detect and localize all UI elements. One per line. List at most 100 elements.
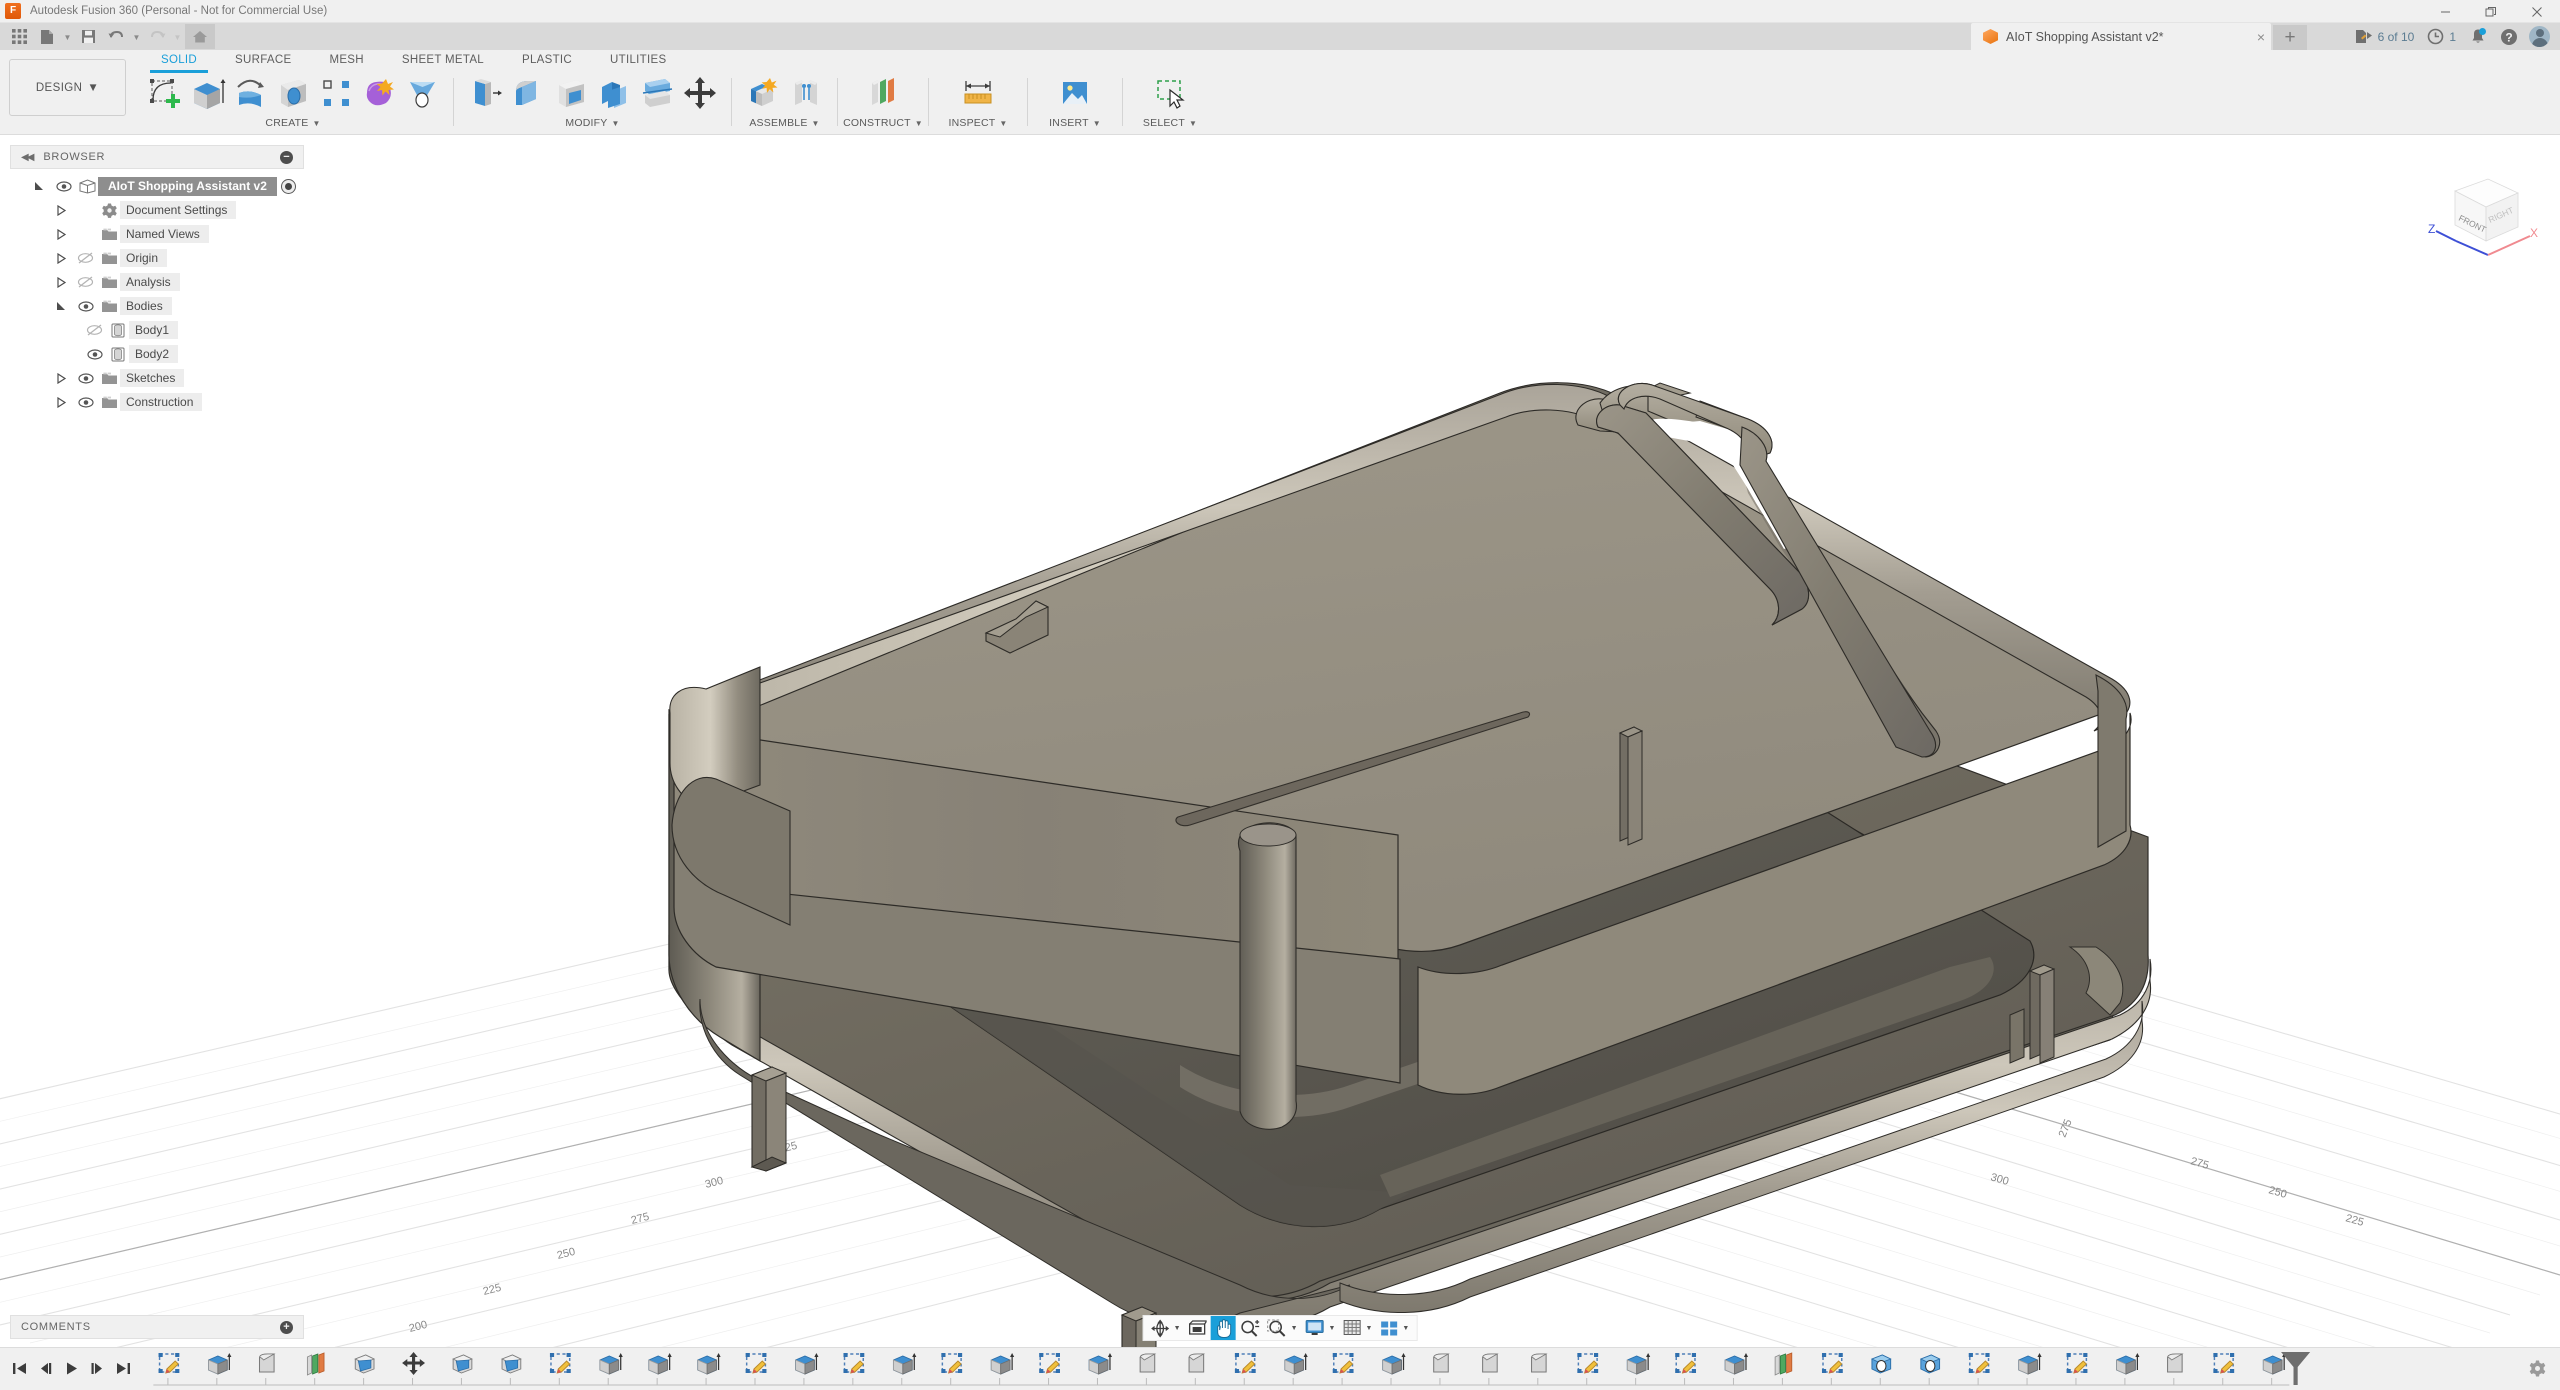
twist-expanded-icon[interactable] <box>50 301 73 312</box>
close-icon[interactable]: × <box>2257 30 2265 44</box>
tree-item-construction[interactable]: Construction <box>10 390 304 414</box>
timeline-feature-extrude-icon[interactable] <box>796 1353 819 1374</box>
timeline-feature-revolve-icon[interactable] <box>1434 1354 1449 1372</box>
timeline-feature-sketch-icon[interactable] <box>941 1353 962 1373</box>
tree-item-analysis[interactable]: Analysis <box>10 270 304 294</box>
display-settings-icon[interactable] <box>1302 1316 1328 1340</box>
chevron-down-icon[interactable]: ▼ <box>812 119 820 128</box>
timeline-feature-extrude-icon[interactable] <box>2117 1353 2140 1374</box>
loft-icon[interactable] <box>402 73 442 113</box>
timeline-feature-shell-icon[interactable] <box>453 1355 472 1373</box>
rectangular-pattern-icon[interactable] <box>316 73 356 113</box>
joint-icon[interactable] <box>786 73 826 113</box>
tree-item-body1[interactable]: Body1 <box>10 318 304 342</box>
timeline-feature-revolve-icon[interactable] <box>1140 1354 1155 1372</box>
timeline-feature-move-icon[interactable] <box>402 1352 425 1375</box>
go-to-beginning-icon[interactable] <box>12 1361 27 1376</box>
chevron-down-icon[interactable]: ▼ <box>1329 1325 1339 1332</box>
tab-sheet-metal[interactable]: SHEET METAL <box>383 50 503 71</box>
timeline-feature-sketch-icon[interactable] <box>1969 1353 1990 1373</box>
timeline-feature-shell-icon[interactable] <box>502 1355 521 1373</box>
tree-item-bodies[interactable]: Bodies <box>10 294 304 318</box>
new-file-caret-icon[interactable]: ▼ <box>62 24 73 49</box>
timeline-feature-revolve-icon[interactable] <box>1189 1354 1204 1372</box>
redo-caret-icon[interactable]: ▼ <box>172 24 183 49</box>
home-icon[interactable] <box>185 24 215 49</box>
timeline-feature-sketch-icon[interactable] <box>159 1353 180 1373</box>
play-icon[interactable] <box>64 1361 79 1376</box>
timeline-feature-sketch-icon[interactable] <box>1822 1353 1843 1373</box>
timeline-track[interactable] <box>145 1348 2560 1390</box>
twist-collapsed-icon[interactable] <box>50 277 73 288</box>
timeline-feature-sketch-icon[interactable] <box>1039 1353 1060 1373</box>
move-copy-icon[interactable] <box>680 73 720 113</box>
step-back-icon[interactable] <box>38 1361 53 1376</box>
zoom-window-icon[interactable] <box>1264 1316 1290 1340</box>
undo-caret-icon[interactable]: ▼ <box>131 24 142 49</box>
tree-item-origin[interactable]: Origin <box>10 246 304 270</box>
timeline-feature-extrude-icon[interactable] <box>2263 1353 2286 1374</box>
tab-plastic[interactable]: PLASTIC <box>503 50 591 71</box>
avatar[interactable] <box>2529 26 2550 47</box>
plus-circle-icon[interactable]: + <box>280 1321 293 1334</box>
new-file-icon[interactable] <box>34 24 60 49</box>
timeline-feature-sketch-icon[interactable] <box>1675 1353 1696 1373</box>
help-icon[interactable]: ? <box>2495 24 2523 49</box>
chevron-down-icon[interactable]: ▼ <box>1174 1325 1184 1332</box>
tree-item-document-settings[interactable]: Document Settings <box>10 198 304 222</box>
chevron-down-icon[interactable]: ▼ <box>1093 119 1101 128</box>
chevron-down-icon[interactable]: ▼ <box>999 119 1007 128</box>
timeline-feature-sketch-icon[interactable] <box>2067 1353 2088 1373</box>
timeline-features[interactable] <box>145 1348 2560 1390</box>
chevron-down-icon[interactable]: ▼ <box>611 119 619 128</box>
press-pull-icon[interactable] <box>465 73 505 113</box>
timeline-feature-offset-plane-icon[interactable] <box>307 1353 324 1375</box>
tab-solid[interactable]: SOLID <box>142 50 216 71</box>
redo-icon[interactable] <box>144 24 170 49</box>
grid-snaps-icon[interactable] <box>1339 1316 1364 1340</box>
viewcube[interactable]: FRONT RIGHT Z X <box>2422 157 2540 265</box>
eye-visible-icon[interactable] <box>73 397 98 408</box>
select-window-icon[interactable] <box>1150 73 1190 113</box>
restore-icon[interactable] <box>2468 0 2514 23</box>
timeline-feature-extrude-icon[interactable] <box>208 1353 231 1374</box>
minus-circle-icon[interactable]: − <box>280 151 293 164</box>
new-component-icon[interactable] <box>743 73 783 113</box>
timeline-feature-extrude-icon[interactable] <box>1627 1353 1650 1374</box>
collapse-left-icon[interactable]: ◀◀ <box>21 152 32 163</box>
workspace-selector[interactable]: DESIGN ▼ <box>9 59 126 116</box>
measure-icon[interactable] <box>958 73 998 113</box>
timeline-feature-extrude-icon[interactable] <box>1285 1353 1308 1374</box>
form-icon[interactable] <box>359 73 399 113</box>
hole-icon[interactable] <box>273 73 313 113</box>
timeline-feature-extrude-icon[interactable] <box>1089 1353 1112 1374</box>
tree-item-named-views[interactable]: Named Views <box>10 222 304 246</box>
timeline-feature-sketch-icon[interactable] <box>550 1353 571 1373</box>
timeline-feature-hole-icon[interactable] <box>1872 1355 1891 1373</box>
zoom-icon[interactable] <box>1237 1316 1263 1340</box>
viewports-icon[interactable] <box>1376 1316 1401 1340</box>
timeline-feature-revolve-icon[interactable] <box>1532 1354 1547 1372</box>
go-to-end-icon[interactable] <box>116 1361 131 1376</box>
eye-visible-icon[interactable] <box>73 301 98 312</box>
timeline-feature-sketch-icon[interactable] <box>1577 1353 1598 1373</box>
timeline-feature-extrude-icon[interactable] <box>698 1353 721 1374</box>
timeline-feature-extrude-icon[interactable] <box>2019 1353 2042 1374</box>
offset-plane-icon[interactable] <box>863 73 903 113</box>
tree-item-body2[interactable]: Body2 <box>10 342 304 366</box>
tree-item-root[interactable]: AIoT Shopping Assistant v2 <box>10 174 304 198</box>
activate-component-radio[interactable] <box>281 179 296 194</box>
eye-hidden-icon[interactable] <box>73 276 98 288</box>
chevron-down-icon[interactable]: ▼ <box>1402 1325 1412 1332</box>
timeline-feature-extrude-icon[interactable] <box>1383 1353 1406 1374</box>
split-face-icon[interactable] <box>637 73 677 113</box>
timeline-feature-shell-icon[interactable] <box>355 1355 374 1373</box>
twist-collapsed-icon[interactable] <box>50 205 73 216</box>
timeline-feature-extrude-icon[interactable] <box>893 1353 916 1374</box>
tab-utilities[interactable]: UTILITIES <box>591 50 685 71</box>
eye-visible-icon[interactable] <box>82 349 107 360</box>
orbit-icon[interactable] <box>1148 1316 1173 1340</box>
eye-visible-icon[interactable] <box>73 373 98 384</box>
tree-item-sketches[interactable]: Sketches <box>10 366 304 390</box>
new-tab-button[interactable]: + <box>2273 25 2307 50</box>
